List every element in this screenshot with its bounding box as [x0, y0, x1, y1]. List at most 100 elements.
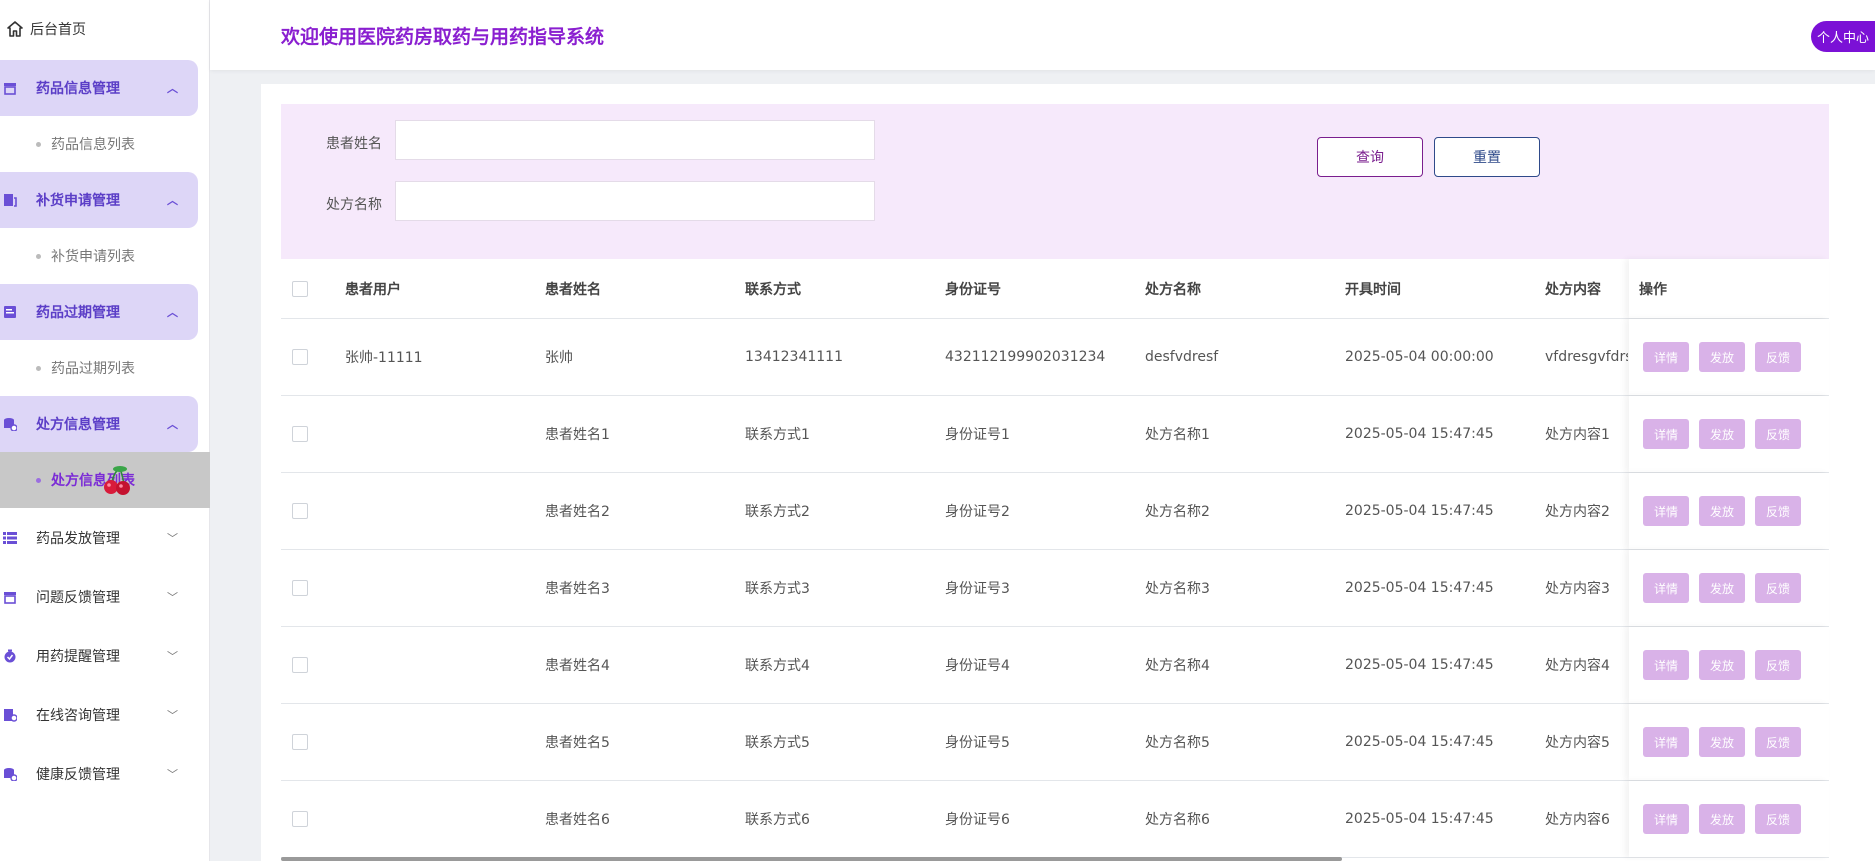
patient-name-label: 患者姓名	[326, 136, 382, 152]
detail-button[interactable]: 详情	[1643, 804, 1689, 834]
detail-button[interactable]: 详情	[1643, 650, 1689, 680]
dispense-button[interactable]: 发放	[1699, 496, 1745, 526]
feedback-button[interactable]: 反馈	[1755, 804, 1801, 834]
table-cell: 张帅	[545, 350, 573, 366]
table-cell: 2025-05-04 15:47:45	[1345, 657, 1494, 673]
column-header: 身份证号	[945, 281, 1001, 298]
restock-icon	[2, 192, 18, 208]
chevron-down-icon: ﹀	[167, 590, 178, 604]
table-cell: 处方内容1	[1545, 427, 1610, 443]
table-cell	[345, 781, 535, 857]
sidebar: 后台首页 药品信息管理 ︿ 药品信息列表 补货申请管理 ︿ 补货申请列表 药品过…	[0, 0, 210, 861]
sidebar-item-label: 药品信息列表	[51, 137, 135, 153]
row-checkbox[interactable]	[292, 811, 308, 827]
table-cell: 患者姓名6	[545, 812, 610, 828]
detail-button[interactable]: 详情	[1643, 727, 1689, 757]
home-link[interactable]: 后台首页	[6, 18, 86, 40]
sidebar-item-restock-list[interactable]: 补货申请列表	[0, 228, 210, 284]
table-cell: vfdresgvfdrs	[1545, 349, 1628, 365]
select-all-checkbox[interactable]	[292, 280, 308, 297]
table-cell: 2025-05-04 15:47:45	[1345, 580, 1494, 596]
menu-group-feedback[interactable]: 问题反馈管理 ﹀	[0, 567, 198, 626]
table-cell: 处方名称2	[1145, 504, 1210, 520]
feedback-button[interactable]: 反馈	[1755, 496, 1801, 526]
table-cell: 身份证号2	[945, 504, 1010, 520]
dispense-button[interactable]: 发放	[1699, 727, 1745, 757]
menu-group-expiry[interactable]: 药品过期管理 ︿	[0, 284, 198, 340]
detail-button[interactable]: 详情	[1643, 419, 1689, 449]
home-icon	[6, 20, 24, 38]
chevron-up-icon: ︿	[167, 418, 178, 431]
row-checkbox[interactable]	[292, 580, 308, 596]
page-title: 欢迎使用医院药房取药与用药指导系统	[281, 26, 605, 48]
table-cell: 处方内容2	[1545, 504, 1610, 520]
detail-button[interactable]: 详情	[1643, 573, 1689, 603]
menu-group-prescription[interactable]: 处方信息管理 ︿	[0, 396, 198, 452]
table-header-row: 患者用户 患者姓名 联系方式 身份证号 处方名称 开具时间 处方内容 操作	[281, 259, 1829, 319]
menu-group-health-feedback[interactable]: 健康反馈管理 ﹀	[0, 744, 198, 803]
row-checkbox[interactable]	[292, 349, 308, 365]
dispense-button[interactable]: 发放	[1699, 342, 1745, 372]
bullet-dot	[36, 253, 41, 259]
sidebar-menu: 药品信息管理 ︿ 药品信息列表 补货申请管理 ︿ 补货申请列表 药品过期管理 ︿	[0, 60, 210, 803]
feedback-button[interactable]: 反馈	[1755, 650, 1801, 680]
row-checkbox[interactable]	[292, 734, 308, 750]
prescription-name-input[interactable]	[395, 181, 875, 221]
consult-icon	[2, 707, 18, 723]
menu-group-label: 用药提醒管理	[36, 648, 120, 665]
column-header: 患者姓名	[545, 281, 601, 298]
dispense-button[interactable]: 发放	[1699, 804, 1745, 834]
dispense-button[interactable]: 发放	[1699, 650, 1745, 680]
table-cell: 2025-05-04 15:47:45	[1345, 811, 1494, 827]
table-cell: 联系方式4	[745, 658, 810, 674]
feedback-button[interactable]: 反馈	[1755, 342, 1801, 372]
bullet-dot	[36, 477, 41, 483]
menu-group-label: 药品信息管理	[36, 81, 120, 97]
menu-group-label: 处方信息管理	[36, 417, 120, 433]
cherry-icon	[104, 466, 130, 495]
table-cell: 身份证号3	[945, 581, 1010, 597]
home-label: 后台首页	[30, 22, 86, 38]
sidebar-item-prescription-list[interactable]: 处方信息列表	[0, 452, 210, 508]
row-checkbox[interactable]	[292, 426, 308, 442]
feedback-button[interactable]: 反馈	[1755, 727, 1801, 757]
detail-button[interactable]: 详情	[1643, 496, 1689, 526]
user-center-button[interactable]: 个人中心	[1810, 21, 1875, 52]
column-header: 处方内容	[1545, 281, 1601, 298]
row-checkbox[interactable]	[292, 657, 308, 673]
table-cell: 联系方式5	[745, 735, 810, 751]
table-row: 患者姓名3 联系方式3 身份证号3 处方名称3 2025-05-04 15:47:45 处…	[281, 550, 1829, 627]
table-cell: 身份证号4	[945, 658, 1010, 674]
table-cell: 处方名称5	[1145, 735, 1210, 751]
table-row: 患者姓名5 联系方式5 身份证号5 处方名称5 2025-05-04 15:47:45 处…	[281, 704, 1829, 781]
table-cell: 13412341111	[745, 349, 843, 365]
dispense-button[interactable]: 发放	[1699, 573, 1745, 603]
table-cell: 处方名称3	[1145, 581, 1210, 597]
column-header: 开具时间	[1345, 281, 1401, 298]
chevron-down-icon: ﹀	[167, 767, 178, 781]
horizontal-scrollbar[interactable]	[281, 857, 1342, 861]
feedback-button[interactable]: 反馈	[1755, 573, 1801, 603]
sidebar-item-expiry-list[interactable]: 药品过期列表	[0, 340, 210, 396]
sidebar-item-drug-info-list[interactable]: 药品信息列表	[0, 116, 210, 172]
menu-group-dispense[interactable]: 药品发放管理 ﹀	[0, 508, 198, 567]
list-icon	[2, 530, 18, 546]
menu-group-drug-info[interactable]: 药品信息管理 ︿	[0, 60, 198, 116]
row-checkbox[interactable]	[292, 503, 308, 519]
menu-group-reminder[interactable]: 用药提醒管理 ﹀	[0, 626, 198, 685]
search-button[interactable]: 查询	[1317, 137, 1423, 177]
table-cell: 2025-05-04 15:47:45	[1345, 426, 1494, 442]
detail-button[interactable]: 详情	[1643, 342, 1689, 372]
table-cell: 患者姓名1	[545, 427, 610, 443]
table-cell: 身份证号5	[945, 735, 1010, 751]
menu-group-restock[interactable]: 补货申请管理 ︿	[0, 172, 198, 228]
menu-group-consult[interactable]: 在线咨询管理 ﹀	[0, 685, 198, 744]
dispense-button[interactable]: 发放	[1699, 419, 1745, 449]
table-body: 张帅-11111 张帅 13412341111 432112199902031234 d…	[281, 319, 1829, 858]
table-cell: 处方内容3	[1545, 581, 1610, 597]
chevron-down-icon: ﹀	[167, 649, 178, 663]
reset-button[interactable]: 重置	[1434, 137, 1540, 177]
row-actions: 详情 发放 反馈	[1629, 396, 1829, 472]
feedback-button[interactable]: 反馈	[1755, 419, 1801, 449]
patient-name-input[interactable]	[395, 120, 875, 160]
